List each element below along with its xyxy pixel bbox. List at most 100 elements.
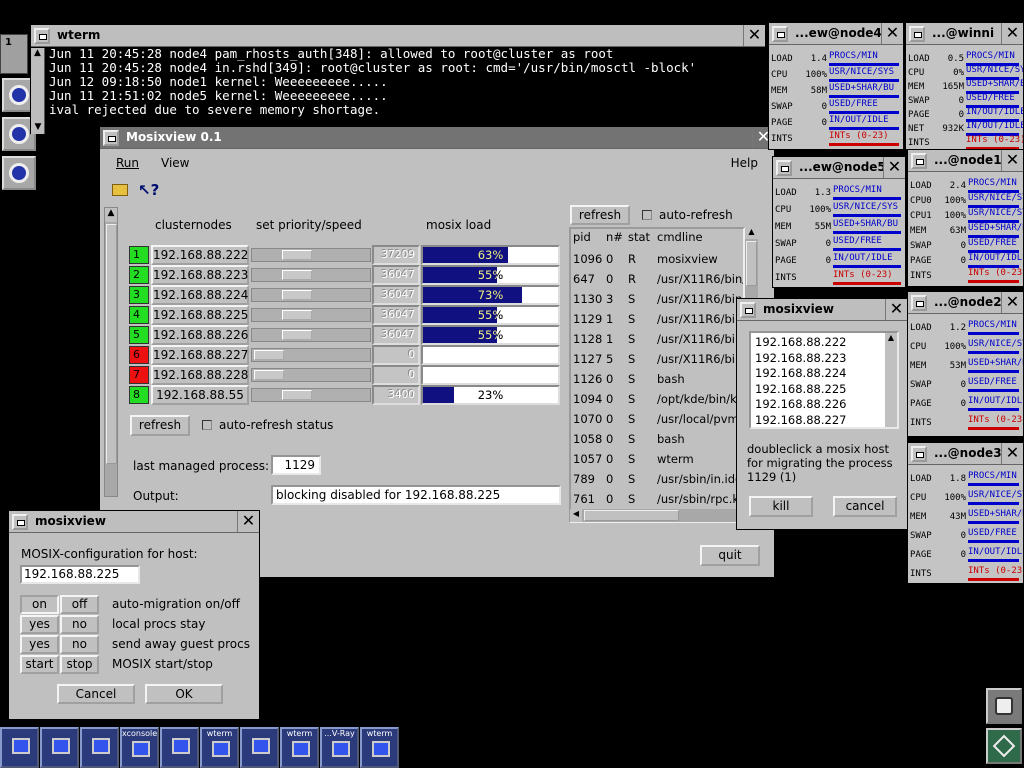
col-cmdline[interactable]: cmdline [657, 230, 703, 244]
host-list-item[interactable]: 192.168.88.222 [753, 335, 895, 351]
taskbar-item[interactable]: wterm [360, 727, 399, 768]
menu-run[interactable]: Run [116, 156, 139, 170]
priority-slider[interactable] [251, 328, 371, 342]
window-menu-icon[interactable] [776, 160, 792, 176]
kill-button[interactable]: kill [749, 496, 813, 517]
slider-handle[interactable] [254, 370, 284, 380]
scroll-up-icon[interactable]: ▲ [745, 227, 758, 239]
desktop-pager[interactable]: 1 [0, 34, 28, 74]
process-hscrollbar[interactable]: ◀ [570, 509, 745, 522]
speed-field[interactable]: 3400 [372, 385, 420, 405]
scroll-up-icon[interactable]: ▲ [105, 208, 117, 222]
speed-field[interactable]: 0 [372, 345, 420, 365]
open-folder-icon[interactable] [112, 184, 128, 196]
close-icon[interactable]: ✕ [1001, 150, 1023, 171]
priority-slider[interactable] [251, 248, 371, 262]
process-row[interactable]: 761 0 S/usr/sbin/rpc.k [571, 489, 743, 509]
process-row[interactable]: 1057 0 Swterm [571, 449, 743, 469]
node-ip-button[interactable]: 192.168.88.228 [151, 365, 249, 385]
option-off-button[interactable]: off [60, 595, 99, 614]
taskbar-item[interactable] [240, 727, 279, 768]
auto-refresh-status-checkbox[interactable] [202, 420, 212, 430]
process-row[interactable]: 1058 0 Sbash [571, 429, 743, 449]
window-menu-icon[interactable] [911, 153, 927, 169]
taskbar-item[interactable]: xconsole [120, 727, 159, 768]
host-list-item[interactable]: 192.168.88.223 [753, 351, 895, 367]
slider-handle[interactable] [282, 290, 312, 300]
quit-button[interactable]: quit [700, 545, 760, 566]
process-row[interactable]: 1130 3 S/usr/X11R6/bin/ [571, 289, 743, 309]
whats-this-help-icon[interactable]: ↖? [138, 181, 159, 199]
auto-refresh-checkbox[interactable] [642, 210, 652, 220]
taskbar-item[interactable]: ...V-Ray [320, 727, 359, 768]
option-no-button[interactable]: no [60, 635, 99, 654]
close-icon[interactable]: ✕ [885, 299, 907, 320]
dock-launcher-icon[interactable] [986, 688, 1022, 724]
col-n[interactable]: n# [606, 230, 623, 244]
priority-slider[interactable] [251, 268, 371, 282]
slider-handle[interactable] [282, 250, 312, 260]
scroll-up-icon[interactable]: ▲ [885, 333, 897, 342]
scroll-left-icon[interactable]: ◀ [570, 509, 582, 522]
node-ip-button[interactable]: 192.168.88.226 [151, 325, 249, 345]
slider-handle[interactable] [282, 330, 312, 340]
close-icon[interactable]: ✕ [237, 511, 259, 532]
menu-view[interactable]: View [161, 156, 189, 170]
node-ip-button[interactable]: 192.168.88.55 [151, 385, 249, 405]
config-dialog-titlebar[interactable]: mosixview [9, 511, 259, 533]
scroll-thumb[interactable] [106, 224, 117, 464]
window-menu-icon[interactable] [12, 514, 28, 530]
process-row[interactable]: 1070 0 S/usr/local/pvm [571, 409, 743, 429]
window-menu-icon[interactable] [909, 26, 925, 42]
close-icon[interactable]: ✕ [743, 25, 765, 46]
wterm-titlebar[interactable]: wterm [31, 25, 765, 47]
last-managed-field[interactable]: 1129 [271, 455, 321, 475]
option-start-button[interactable]: start [20, 655, 59, 674]
window-menu-icon[interactable] [911, 295, 927, 311]
process-row[interactable]: 1096 0 Rmosixview [571, 249, 743, 269]
scroll-thumb[interactable] [746, 241, 757, 286]
cancel-button[interactable]: cancel [833, 496, 897, 517]
process-row[interactable]: 1127 5 S/usr/X11R6/bin/ [571, 349, 743, 369]
speed-field[interactable]: 36047 [372, 285, 420, 305]
taskbar-item[interactable]: wterm [200, 727, 239, 768]
node-ip-button[interactable]: 192.168.88.222 [151, 245, 249, 265]
wterm-scrollbar[interactable]: ▲ ▼ [31, 48, 45, 134]
migrate-dialog-titlebar[interactable]: mosixview [737, 299, 907, 321]
option-no-button[interactable]: no [60, 615, 99, 634]
speed-field[interactable]: 36047 [372, 325, 420, 345]
speed-field[interactable]: 36047 [372, 265, 420, 285]
priority-slider[interactable] [251, 308, 371, 322]
slider-handle[interactable] [254, 350, 284, 360]
close-icon[interactable]: ✕ [881, 23, 903, 44]
ok-button[interactable]: OK [145, 684, 223, 704]
window-menu-icon[interactable] [911, 446, 927, 462]
priority-slider[interactable] [251, 348, 371, 362]
taskbar-item[interactable] [0, 727, 39, 768]
scroll-up-icon[interactable]: ▲ [31, 48, 44, 60]
output-field[interactable]: blocking disabled for 192.168.88.225 [271, 485, 561, 505]
menu-help[interactable]: Help [731, 156, 758, 170]
close-icon[interactable]: ✕ [1001, 292, 1023, 313]
close-icon[interactable]: ✕ [1001, 443, 1023, 464]
host-list-scrollbar[interactable]: ▲ [885, 333, 897, 427]
cancel-button[interactable]: Cancel [57, 684, 135, 704]
window-menu-icon[interactable] [772, 26, 788, 42]
window-menu-icon[interactable] [740, 302, 756, 318]
speed-field[interactable]: 36047 [372, 305, 420, 325]
nodes-scrollbar[interactable]: ▲ [104, 207, 118, 497]
dock-tool-icon[interactable] [986, 728, 1022, 764]
process-row[interactable]: 1128 1 S/usr/X11R6/bin/ [571, 329, 743, 349]
priority-slider[interactable] [251, 288, 371, 302]
col-stat[interactable]: stat [628, 230, 650, 244]
window-menu-icon[interactable] [34, 28, 50, 44]
host-list-item[interactable]: 192.168.88.227 [753, 413, 895, 428]
close-icon[interactable]: ✕ [1001, 23, 1023, 44]
speed-field[interactable]: 37209 [372, 245, 420, 265]
process-refresh-button[interactable]: refresh [570, 205, 630, 225]
option-stop-button[interactable]: stop [60, 655, 99, 674]
node-ip-button[interactable]: 192.168.88.225 [151, 305, 249, 325]
process-row[interactable]: 789 0 S/usr/sbin/in.ide [571, 469, 743, 489]
host-list-item[interactable]: 192.168.88.225 [753, 382, 895, 398]
host-list-item[interactable]: 192.168.88.224 [753, 366, 895, 382]
